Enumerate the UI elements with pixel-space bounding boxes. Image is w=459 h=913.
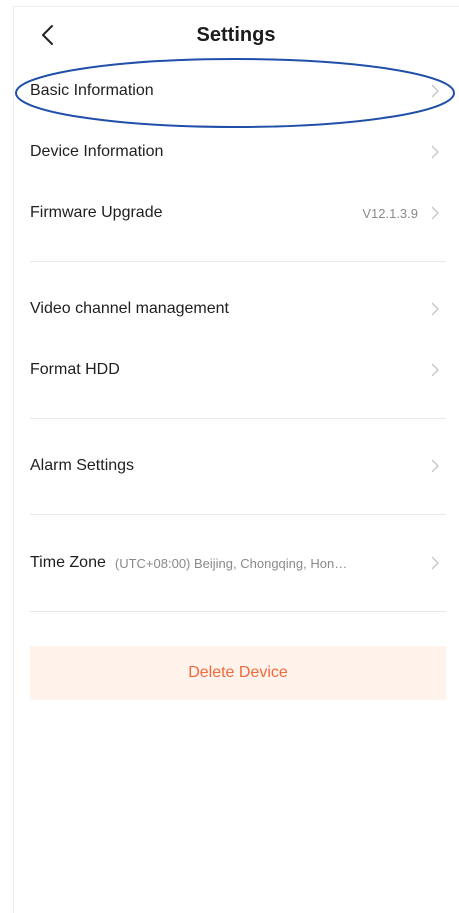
settings-item-label: Format HDD — [30, 361, 120, 378]
page-title: Settings — [196, 24, 276, 46]
chevron-right-icon — [431, 459, 439, 473]
settings-item-label: Alarm Settings — [30, 457, 135, 474]
header-bar: Settings — [13, 6, 459, 62]
settings-item-video-channel-management[interactable]: Video channel management — [30, 289, 446, 329]
chevron-right-icon — [431, 363, 439, 377]
settings-item-device-information[interactable]: Device Information — [30, 132, 446, 172]
settings-item-format-hdd[interactable]: Format HDD — [30, 350, 446, 390]
section-divider — [30, 261, 446, 262]
settings-item-time-zone[interactable]: Time Zone (UTC+08:00) Beijing, Chongqing… — [30, 543, 446, 583]
chevron-right-icon — [431, 84, 439, 98]
settings-item-label: Device Information — [30, 143, 164, 160]
chevron-right-icon — [431, 206, 439, 220]
firmware-version-value: V12.1.3.9 — [362, 205, 418, 221]
settings-item-label: Basic Information — [30, 82, 154, 99]
section-divider — [30, 611, 446, 612]
section-divider — [30, 514, 446, 515]
delete-device-label: Delete Device — [188, 664, 288, 681]
chevron-right-icon — [431, 145, 439, 159]
settings-item-basic-information[interactable]: Basic Information — [30, 71, 446, 111]
chevron-right-icon — [431, 302, 439, 316]
settings-item-label: Video channel management — [30, 300, 229, 317]
settings-item-alarm-settings[interactable]: Alarm Settings — [30, 446, 446, 486]
settings-item-label: Firmware Upgrade — [30, 204, 163, 221]
chevron-right-icon — [431, 556, 439, 570]
settings-item-firmware-upgrade[interactable]: Firmware Upgrade V12.1.3.9 — [30, 193, 446, 233]
settings-item-label: Time Zone — [30, 554, 106, 571]
section-divider — [30, 418, 446, 419]
delete-device-button[interactable]: Delete Device — [30, 646, 446, 700]
time-zone-value: (UTC+08:00) Beijing, Chongqing, Hon… — [114, 555, 348, 571]
